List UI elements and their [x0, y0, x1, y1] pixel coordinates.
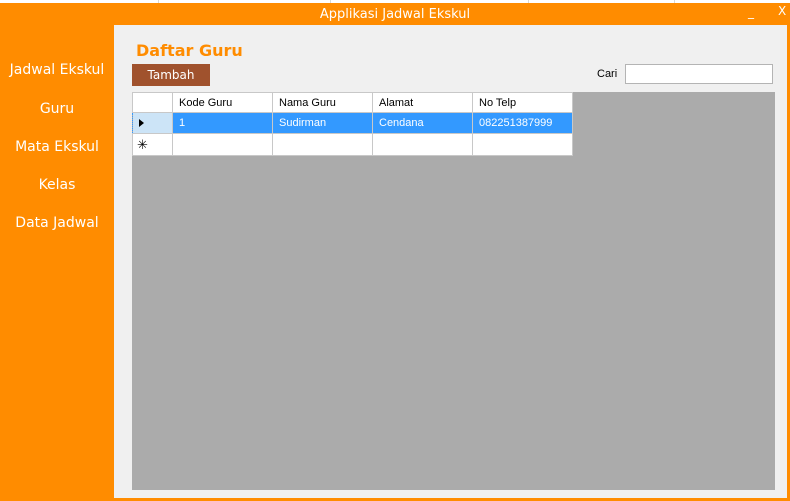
new-cell-alamat[interactable]: [372, 133, 473, 156]
column-header-no-telp[interactable]: No Telp: [472, 92, 573, 113]
window-title: Applikasi Jadwal Ekskul: [319, 7, 471, 22]
new-cell-no-telp[interactable]: [472, 133, 573, 156]
tambah-button[interactable]: Tambah: [132, 64, 210, 86]
cell-nama-guru[interactable]: Sudirman: [272, 112, 373, 134]
column-header-alamat[interactable]: Alamat: [372, 92, 473, 113]
table-row[interactable]: 1 Sudirman Cendana 082251387999: [132, 112, 573, 134]
title-bar: Applikasi Jadwal Ekskul _ X: [0, 3, 790, 25]
sidebar-item-mata-ekskul[interactable]: Mata Ekskul: [0, 139, 114, 155]
sidebar-item-data-jadwal[interactable]: Data Jadwal: [0, 215, 114, 231]
sidebar: Jadwal Ekskul Guru Mata Ekskul Kelas Dat…: [0, 25, 114, 501]
search-input[interactable]: [625, 64, 773, 84]
cell-no-telp[interactable]: 082251387999: [472, 112, 573, 134]
grid-header-row: Kode Guru Nama Guru Alamat No Telp: [132, 92, 573, 113]
new-row[interactable]: ✳: [132, 133, 573, 156]
current-row-arrow-icon: [139, 119, 144, 128]
row-header[interactable]: ✳: [132, 133, 173, 156]
cell-kode-guru[interactable]: 1: [172, 112, 273, 134]
sidebar-item-jadwal-ekskul[interactable]: Jadwal Ekskul: [0, 62, 114, 78]
minimize-icon[interactable]: _: [748, 5, 760, 21]
page-title: Daftar Guru: [136, 41, 243, 60]
grid-corner-cell[interactable]: [132, 92, 173, 113]
row-header[interactable]: [132, 112, 173, 134]
search-label: Cari: [597, 68, 618, 80]
sidebar-item-kelas[interactable]: Kelas: [0, 177, 114, 193]
new-cell-kode-guru[interactable]: [172, 133, 273, 156]
column-header-kode-guru[interactable]: Kode Guru: [172, 92, 273, 113]
guru-data-grid[interactable]: Kode Guru Nama Guru Alamat No Telp 1 Sud…: [132, 92, 573, 156]
close-icon[interactable]: X: [778, 4, 790, 20]
new-cell-nama-guru[interactable]: [272, 133, 373, 156]
cell-alamat[interactable]: Cendana: [372, 112, 473, 134]
column-header-nama-guru[interactable]: Nama Guru: [272, 92, 373, 113]
sidebar-item-guru[interactable]: Guru: [0, 101, 114, 117]
new-row-star-icon: ✳: [137, 137, 148, 152]
